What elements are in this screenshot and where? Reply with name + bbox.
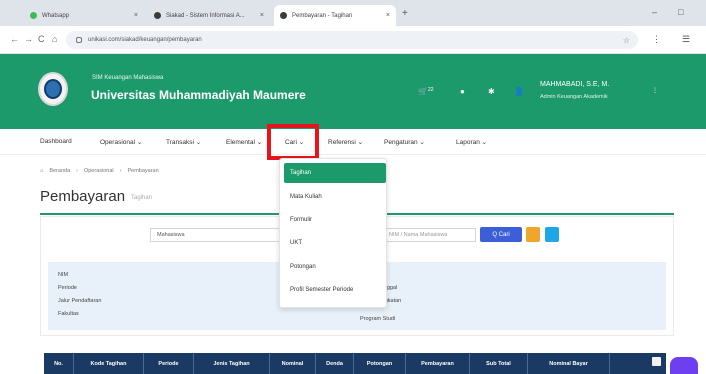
logo-emblem-icon (44, 79, 62, 99)
column-header[interactable]: Denda (316, 353, 354, 374)
browser-tab-active[interactable]: Pembayaran - Tagihan × (274, 5, 396, 26)
search-input[interactable]: NIM / Nama Mahasiswa (382, 228, 476, 242)
breadcrumb: ⌂ Beranda › Operasional › Pembayaran (40, 168, 159, 174)
info-label-nim: NIM (58, 272, 69, 278)
nav-item-dashboard[interactable]: Dashboard (40, 138, 72, 145)
column-header[interactable]: Jenis Tagihan (194, 353, 270, 374)
maximize-icon[interactable]: □ (678, 7, 683, 17)
dropdown-item-profil-semester[interactable]: Profil Semester Periode (284, 280, 386, 300)
search-button[interactable]: Q Cari (480, 227, 522, 242)
back-icon[interactable]: ← (10, 34, 19, 44)
app-header: SIM Keuangan Mahasiswa Universitas Muham… (0, 54, 706, 129)
nav-item-laporan[interactable]: Laporan ⌄ (456, 138, 487, 146)
column-header[interactable]: Sub Total (470, 353, 528, 374)
cart-icon[interactable]: 🛒22 (418, 87, 434, 96)
column-header[interactable]: Nominal (270, 353, 316, 374)
browser-tab[interactable]: Siakad - Sistem Informasi A... × (148, 5, 270, 26)
reset-button[interactable] (526, 227, 540, 242)
main-nav: Dashboard Operasional ⌄ Transaksi ⌄ Elem… (0, 129, 706, 155)
refresh-button[interactable] (545, 227, 559, 242)
cart-badge: 22 (427, 87, 434, 93)
dropdown-item-formulir[interactable]: Formulir (284, 210, 386, 230)
select-all-checkbox[interactable] (652, 357, 661, 366)
breadcrumb-separator: › (76, 168, 78, 174)
breadcrumb-item[interactable]: Beranda (49, 168, 70, 174)
info-label-jalur: Jalur Pendaftaran (58, 298, 102, 304)
user-role: Admin Keuangan Akademik (540, 94, 608, 100)
highlight-annotation-box (267, 124, 319, 160)
billing-table-header: No. Kode Tagihan Periode Jenis Tagihan N… (44, 353, 666, 374)
forward-icon[interactable]: → (24, 34, 33, 44)
site-favicon-icon (280, 12, 287, 19)
site-favicon-icon (154, 12, 161, 19)
settings-icon[interactable]: ✱ (488, 87, 495, 96)
university-logo (38, 72, 68, 106)
student-type-select[interactable]: Mahasiswa (150, 228, 282, 242)
column-header[interactable]: Kode Tagihan (74, 353, 144, 374)
close-tab-icon[interactable]: × (260, 12, 264, 19)
breadcrumb-item[interactable]: Operasional (84, 168, 114, 174)
dropdown-item-potongan[interactable]: Potongan (284, 257, 386, 277)
nav-item-referensi[interactable]: Referensi ⌄ (328, 138, 363, 146)
app-subtitle: SIM Keuangan Mahasiswa (92, 75, 164, 81)
browser-tab-bar: Whatsapp × Siakad - Sistem Informasi A..… (0, 0, 706, 26)
page-title: Pembayaran (40, 188, 126, 205)
home-icon[interactable]: ⌂ (52, 34, 57, 44)
user-icon[interactable]: 👤 (514, 87, 524, 96)
whatsapp-icon (30, 12, 37, 19)
close-tab-icon[interactable]: × (386, 12, 390, 19)
nav-item-operasional[interactable]: Operasional ⌄ (100, 138, 142, 146)
info-label-periode: Periode (58, 285, 77, 291)
new-tab-button[interactable]: + (402, 8, 408, 19)
column-header[interactable]: Pembayaran (406, 353, 470, 374)
close-tab-icon[interactable]: × (134, 12, 138, 19)
column-header[interactable]: Nominal Bayar (528, 353, 610, 374)
nav-item-elemental[interactable]: Elemental ⌄ (226, 138, 262, 146)
user-name[interactable]: MAHMABADI, S.E, M. (540, 81, 609, 88)
url-input[interactable]: unikasi.com/siakad/keuangan/pembayaran ☆ (66, 31, 638, 49)
breadcrumb-item-current: Pembayaran (127, 168, 159, 174)
nav-item-transaksi[interactable]: Transaksi ⌄ (166, 138, 201, 146)
browser-tab-label: Pembayaran - Tagihan (292, 12, 353, 19)
info-label-prodi: Program Studi (360, 316, 396, 322)
user-menu-icon[interactable]: ⋮ (652, 87, 658, 94)
column-header[interactable]: No. (44, 353, 74, 374)
notification-bell-icon[interactable]: ● (460, 87, 465, 96)
column-header[interactable]: Potongan (354, 353, 406, 374)
browser-tab[interactable]: Whatsapp × (24, 5, 144, 26)
app-title: Universitas Muhammadiyah Maumere (91, 88, 306, 102)
cari-dropdown-menu: Tagihan Mata Kuliah Formulir UKT Potonga… (279, 158, 387, 308)
home-breadcrumb-icon: ⌂ (40, 168, 44, 174)
page-subtitle: Tagihan (131, 195, 153, 201)
url-text: unikasi.com/siakad/keuangan/pembayaran (88, 37, 202, 43)
info-label-fakultas: Fakultas (58, 311, 79, 317)
extensions-icon[interactable]: ⋮ (652, 34, 661, 45)
bookmark-star-icon[interactable]: ☆ (623, 36, 630, 45)
browser-address-bar: ← → C ⌂ unikasi.com/siakad/keuangan/pemb… (0, 26, 706, 54)
menu-icon[interactable]: ☰ (682, 34, 690, 45)
dropdown-item-tagihan[interactable]: Tagihan (284, 163, 386, 183)
minimize-icon[interactable]: – (652, 7, 657, 17)
column-header[interactable]: Periode (144, 353, 194, 374)
nav-item-pengaturan[interactable]: Pengaturan ⌄ (384, 138, 425, 146)
dropdown-item-mata-kuliah[interactable]: Mata Kuliah (284, 187, 386, 207)
dropdown-item-ukt[interactable]: UKT (284, 233, 386, 253)
reload-icon[interactable]: C (38, 34, 45, 44)
browser-tab-label: Whatsapp (42, 12, 70, 19)
lock-icon (76, 37, 82, 43)
browser-tab-label: Siakad - Sistem Informasi A... (166, 12, 245, 19)
breadcrumb-separator: › (119, 168, 122, 174)
chat-support-button[interactable] (670, 357, 698, 374)
